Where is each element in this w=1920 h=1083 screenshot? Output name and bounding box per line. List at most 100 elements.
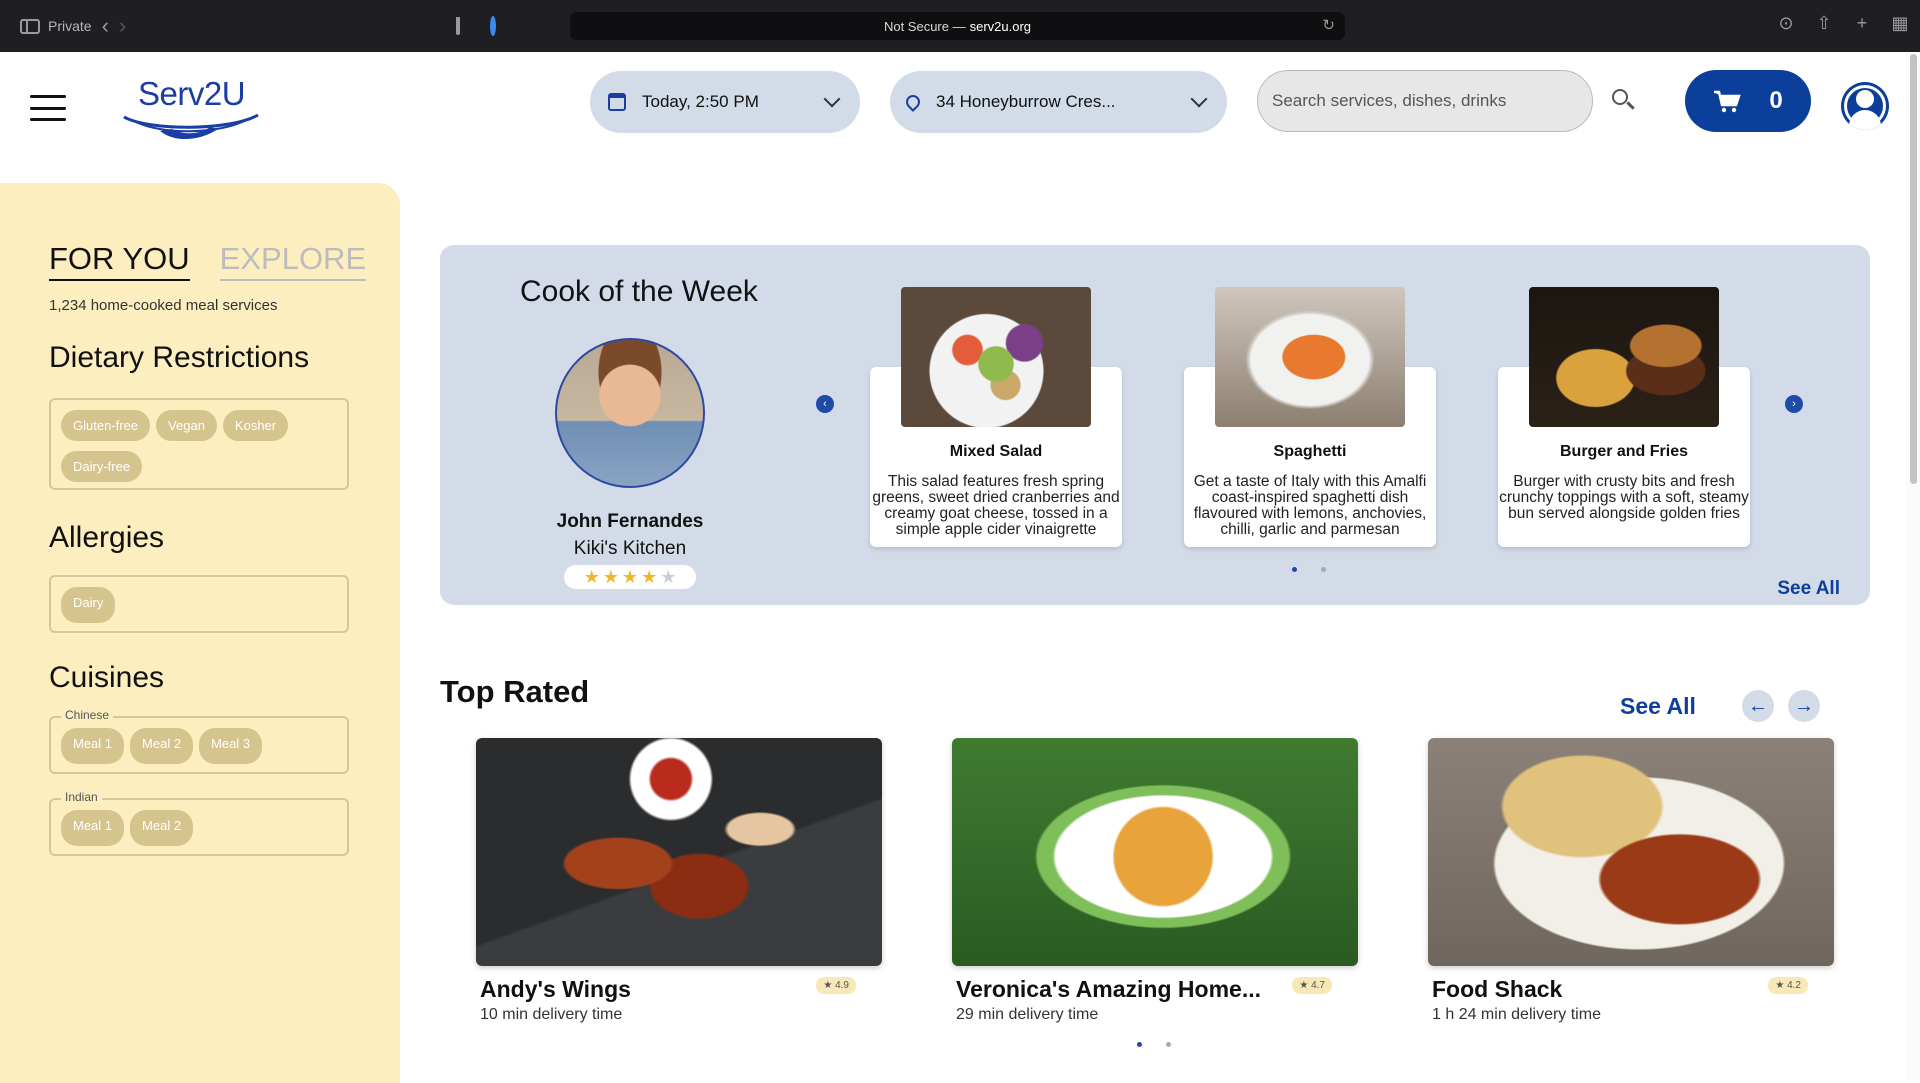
arrow-right-icon[interactable]: → [1788, 690, 1820, 722]
private-indicator[interactable]: Private [20, 18, 92, 34]
dish-title: Mixed Salad [949, 443, 1043, 460]
privacy-shield-icon[interactable] [456, 17, 461, 35]
browser-toolbar: Private ‹ › Not Secure — serv2u.org ↻ ⊙ … [0, 0, 1920, 52]
delivery-time: 1 h 24 min delivery time [1432, 1006, 1601, 1023]
chip-gluten-free[interactable]: Gluten-free [61, 410, 151, 441]
restaurant-name[interactable]: Veronica's Amazing Home... [956, 976, 1261, 1003]
allergies-heading: Allergies [49, 521, 165, 554]
rating-badge: ★ 4.2 [1768, 977, 1808, 994]
address-bar[interactable]: Not Secure — serv2u.org ↻ [570, 12, 1345, 40]
dish-image[interactable] [1529, 287, 1719, 427]
scrollbar-thumb[interactable] [1910, 54, 1917, 484]
cook-of-the-week-section: Cook of the Week John Fernandes Kiki's K… [440, 245, 1870, 605]
chip-kosher[interactable]: Kosher [222, 410, 289, 441]
chip-meal[interactable]: Meal 1 [61, 810, 125, 846]
star-icon: ★ [583, 567, 600, 587]
pagination-dot[interactable] [1137, 1042, 1142, 1047]
cuisine-label: Indian [61, 790, 102, 804]
star-icon: ★ [621, 567, 639, 587]
carousel-next-button[interactable]: › [1785, 395, 1803, 413]
page-scrollbar[interactable] [1906, 52, 1920, 1080]
rating-badge: ★ 4.7 [1292, 977, 1332, 994]
downloads-icon[interactable]: ⊙ [1776, 13, 1796, 33]
reload-icon[interactable]: ↻ [1322, 16, 1335, 34]
cuisine-label: Chinese [61, 708, 114, 722]
star-icon: ★ [641, 567, 658, 587]
delivery-time: 29 min delivery time [956, 1006, 1099, 1023]
delivery-time: 10 min delivery time [480, 1006, 623, 1023]
cook-avatar[interactable] [555, 338, 705, 488]
search-icon[interactable] [1610, 87, 1638, 115]
dietary-heading: Dietary Restrictions [49, 341, 310, 374]
see-all-link[interactable]: See All [1620, 693, 1696, 720]
allergies-chip-group: Dairy [49, 575, 349, 633]
cuisine-indian-group: Indian Meal 1 Meal 2 [49, 790, 349, 856]
see-all-link[interactable]: See All [1777, 578, 1840, 600]
tab-overview-icon[interactable]: ▦ [1890, 13, 1910, 33]
tab-explore[interactable]: EXPLORE [219, 241, 367, 281]
cart-count: 0 [1769, 87, 1783, 114]
search-input[interactable] [1257, 70, 1593, 132]
tab-for-you[interactable]: FOR YOU [49, 241, 190, 281]
site-logo[interactable]: Serv2U [120, 75, 262, 141]
chip-meal[interactable]: Meal 2 [130, 810, 194, 846]
delivery-time-selector[interactable]: Today, 2:50 PM [590, 71, 860, 133]
restaurant-image[interactable] [476, 738, 882, 966]
forward-arrow-icon[interactable]: › [119, 15, 126, 37]
menu-icon[interactable] [30, 95, 66, 121]
cook-rating: ★ ★ ★ ★ ★ [564, 565, 696, 589]
delivery-address-selector[interactable]: 34 Honeyburrow Cres... [890, 71, 1227, 133]
service-count: 1,234 home-cooked meal services [49, 297, 278, 314]
chip-meal[interactable]: Meal 3 [199, 728, 263, 764]
carousel-prev-button[interactable]: ‹ [816, 395, 834, 413]
cook-name[interactable]: John Fernandes [520, 511, 740, 533]
restaurant-card[interactable]: Andy's Wings ★ 4.9 10 min delivery time [476, 738, 882, 1023]
user-icon [1856, 90, 1874, 108]
restaurant-name[interactable]: Andy's Wings [480, 976, 631, 1003]
cart-button[interactable]: 0 [1685, 70, 1811, 132]
restaurant-image[interactable] [1428, 738, 1834, 966]
dish-image[interactable] [1215, 287, 1405, 427]
rating-badge: ★ 4.9 [816, 977, 856, 994]
dish-description: This salad features fresh spring greens,… [872, 473, 1120, 538]
account-avatar-button[interactable] [1841, 82, 1889, 130]
chip-dairy[interactable]: Dairy [61, 587, 116, 623]
chip-dairy-free[interactable]: Dairy-free [61, 451, 143, 482]
arrow-left-icon[interactable]: ← [1742, 690, 1774, 722]
private-label: Private [48, 18, 92, 34]
section-title: Cook of the Week [520, 275, 758, 308]
back-arrow-icon[interactable]: ‹ [102, 15, 109, 37]
share-icon[interactable]: ⇧ [1814, 13, 1834, 33]
sidebar-toggle-icon[interactable] [20, 18, 40, 34]
filter-panel: FOR YOU EXPLORE 1,234 home-cooked meal s… [0, 183, 400, 1083]
top-rated-title: Top Rated [440, 674, 590, 709]
carousel-pagination [1292, 567, 1326, 572]
restaurant-card[interactable]: Food Shack ★ 4.2 1 h 24 min delivery tim… [1428, 738, 1834, 1023]
cook-kitchen-name[interactable]: Kiki's Kitchen [520, 538, 740, 560]
location-pin-icon [903, 92, 923, 112]
url-host: serv2u.org [969, 18, 1032, 34]
restaurant-name[interactable]: Food Shack [1432, 976, 1562, 1003]
dish-image[interactable] [901, 287, 1091, 427]
restaurant-card[interactable]: Veronica's Amazing Home... ★ 4.7 29 min … [952, 738, 1358, 1023]
serving-hand-icon [123, 113, 259, 140]
cart-icon [1714, 90, 1742, 113]
calendar-icon [608, 93, 626, 111]
extension-icon[interactable] [490, 16, 497, 36]
restaurant-image[interactable] [952, 738, 1358, 966]
dish-title: Burger and Fries [1559, 443, 1689, 460]
chip-meal[interactable]: Meal 1 [61, 728, 125, 764]
chevron-down-icon [1190, 90, 1208, 108]
url-security-label: Not Secure — [883, 18, 966, 34]
panel-tabs: FOR YOU EXPLORE [49, 241, 367, 281]
delivery-time-label: Today, 2:50 PM [642, 92, 759, 111]
new-tab-icon[interactable]: + [1852, 13, 1872, 33]
pagination-dot[interactable] [1292, 567, 1297, 572]
dietary-chip-group: Gluten-free Vegan Kosher Dairy-free [49, 398, 349, 490]
chip-meal[interactable]: Meal 2 [130, 728, 194, 764]
chip-vegan[interactable]: Vegan [156, 410, 217, 441]
delivery-address-label: 34 Honeyburrow Cres... [936, 92, 1116, 111]
pagination-dot[interactable] [1166, 1042, 1171, 1047]
dish-description: Get a taste of Italy with this Amalfi co… [1193, 473, 1427, 538]
pagination-dot[interactable] [1321, 567, 1326, 572]
